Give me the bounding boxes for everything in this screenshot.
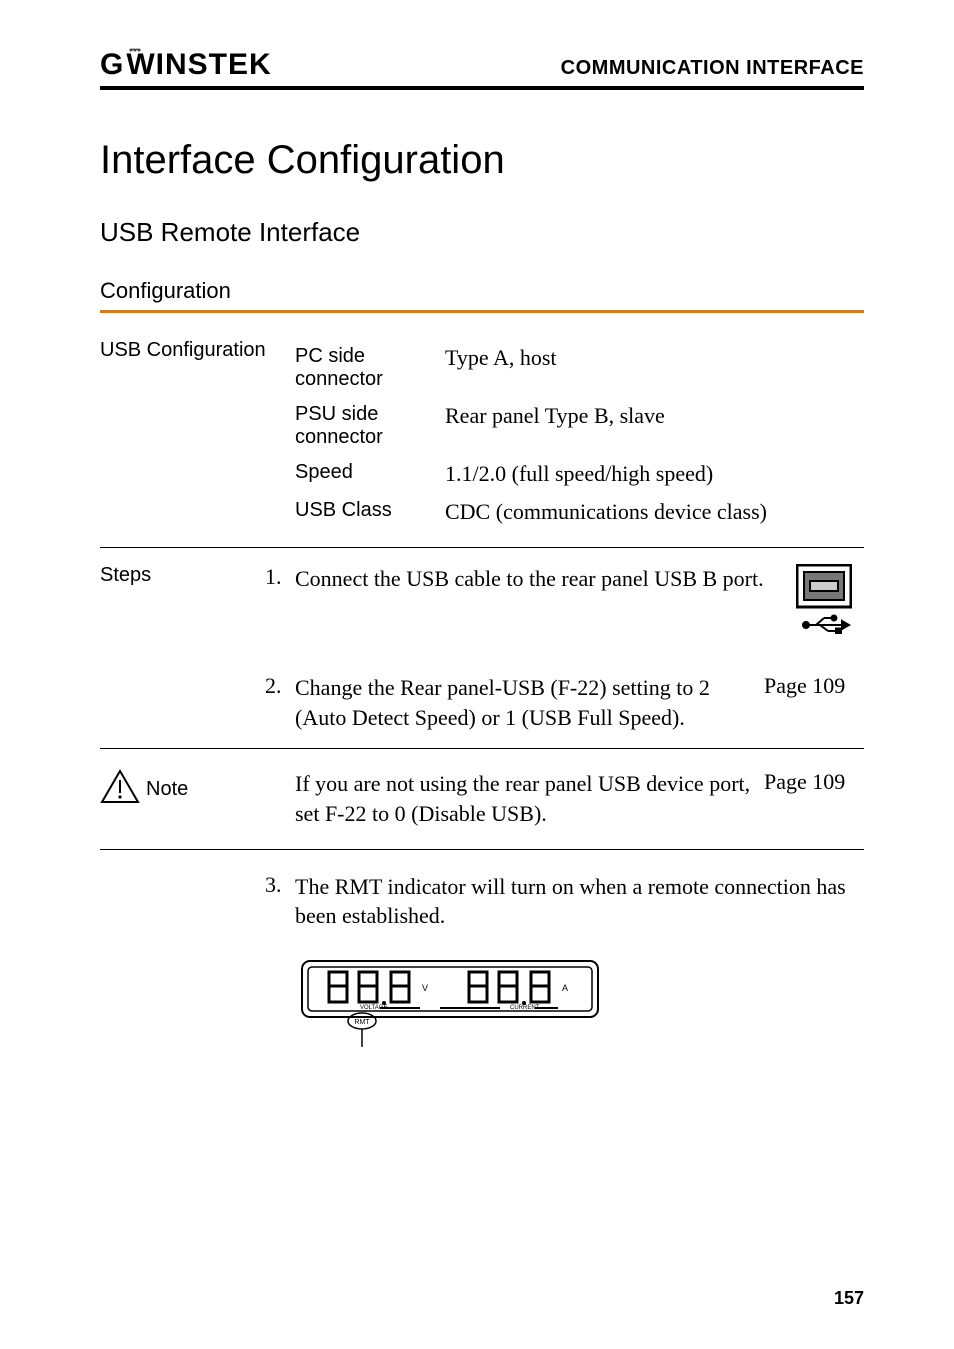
brand-logo: GWINSTEK <box>100 50 272 80</box>
kv-key: Speed <box>295 461 445 487</box>
logo-w: W <box>126 50 155 80</box>
kv-key: USB Class <box>295 499 445 525</box>
kv-key: PSU side connector <box>295 403 445 449</box>
seven-segment-digit <box>359 972 377 1002</box>
table-row: PC side connector Type A, host <box>295 339 864 397</box>
page-number: 157 <box>834 1288 864 1309</box>
usb-port-icon <box>784 564 864 639</box>
unit-v: V <box>422 983 428 993</box>
section-title: USB Remote Interface <box>100 217 864 248</box>
step-text: The RMT indicator will turn on when a re… <box>295 872 864 931</box>
logo-rest: INSTEK <box>156 50 272 80</box>
step-text: Connect the USB cable to the rear panel … <box>295 564 784 594</box>
rmt-badge: RMT <box>354 1019 370 1026</box>
logo-g: G <box>100 50 124 80</box>
warning-icon <box>100 769 140 810</box>
usb-config-label: USB Configuration <box>100 329 295 541</box>
page-title: Interface Configuration <box>100 138 864 183</box>
table-row: USB Class CDC (communications device cla… <box>295 493 864 531</box>
step-number: 2. <box>265 673 295 699</box>
separator-orange <box>100 310 864 313</box>
kv-value: 1.1/2.0 (full speed/high speed) <box>445 461 864 487</box>
table-row: PSU side connector Rear panel Type B, sl… <box>295 397 864 455</box>
kv-value: CDC (communications device class) <box>445 499 864 525</box>
seven-segment-digit <box>531 972 549 1002</box>
seven-segment-digit <box>328 971 350 1003</box>
table-row: Speed 1.1/2.0 (full speed/high speed) <box>295 455 864 493</box>
page-reference: Page 109 <box>764 769 864 795</box>
rmt-display-figure: V VOLTAGE A CURRENT RMT <box>300 959 600 1054</box>
step-text: Change the Rear panel-USB (F-22) setting… <box>295 673 764 732</box>
separator <box>100 547 864 548</box>
kv-key: PC side connector <box>295 345 445 391</box>
seven-segment-digit <box>499 972 517 1002</box>
seven-segment-digit <box>391 972 409 1002</box>
separator <box>100 849 864 850</box>
kv-value: Rear panel Type B, slave <box>445 403 864 449</box>
note-text: If you are not using the rear panel USB … <box>295 769 764 828</box>
separator <box>100 748 864 749</box>
step-number: 1. <box>265 564 295 590</box>
page-reference: Page 109 <box>764 673 864 699</box>
subsection-title: Configuration <box>100 278 864 304</box>
seven-segment-digit <box>469 972 487 1002</box>
steps-label: Steps <box>100 564 265 587</box>
kv-value: Type A, host <box>445 345 864 391</box>
unit-a: A <box>562 983 568 993</box>
note-label: Note <box>146 778 188 801</box>
header-section-title: COMMUNICATION INTERFACE <box>561 57 864 80</box>
step-number: 3. <box>265 872 295 898</box>
